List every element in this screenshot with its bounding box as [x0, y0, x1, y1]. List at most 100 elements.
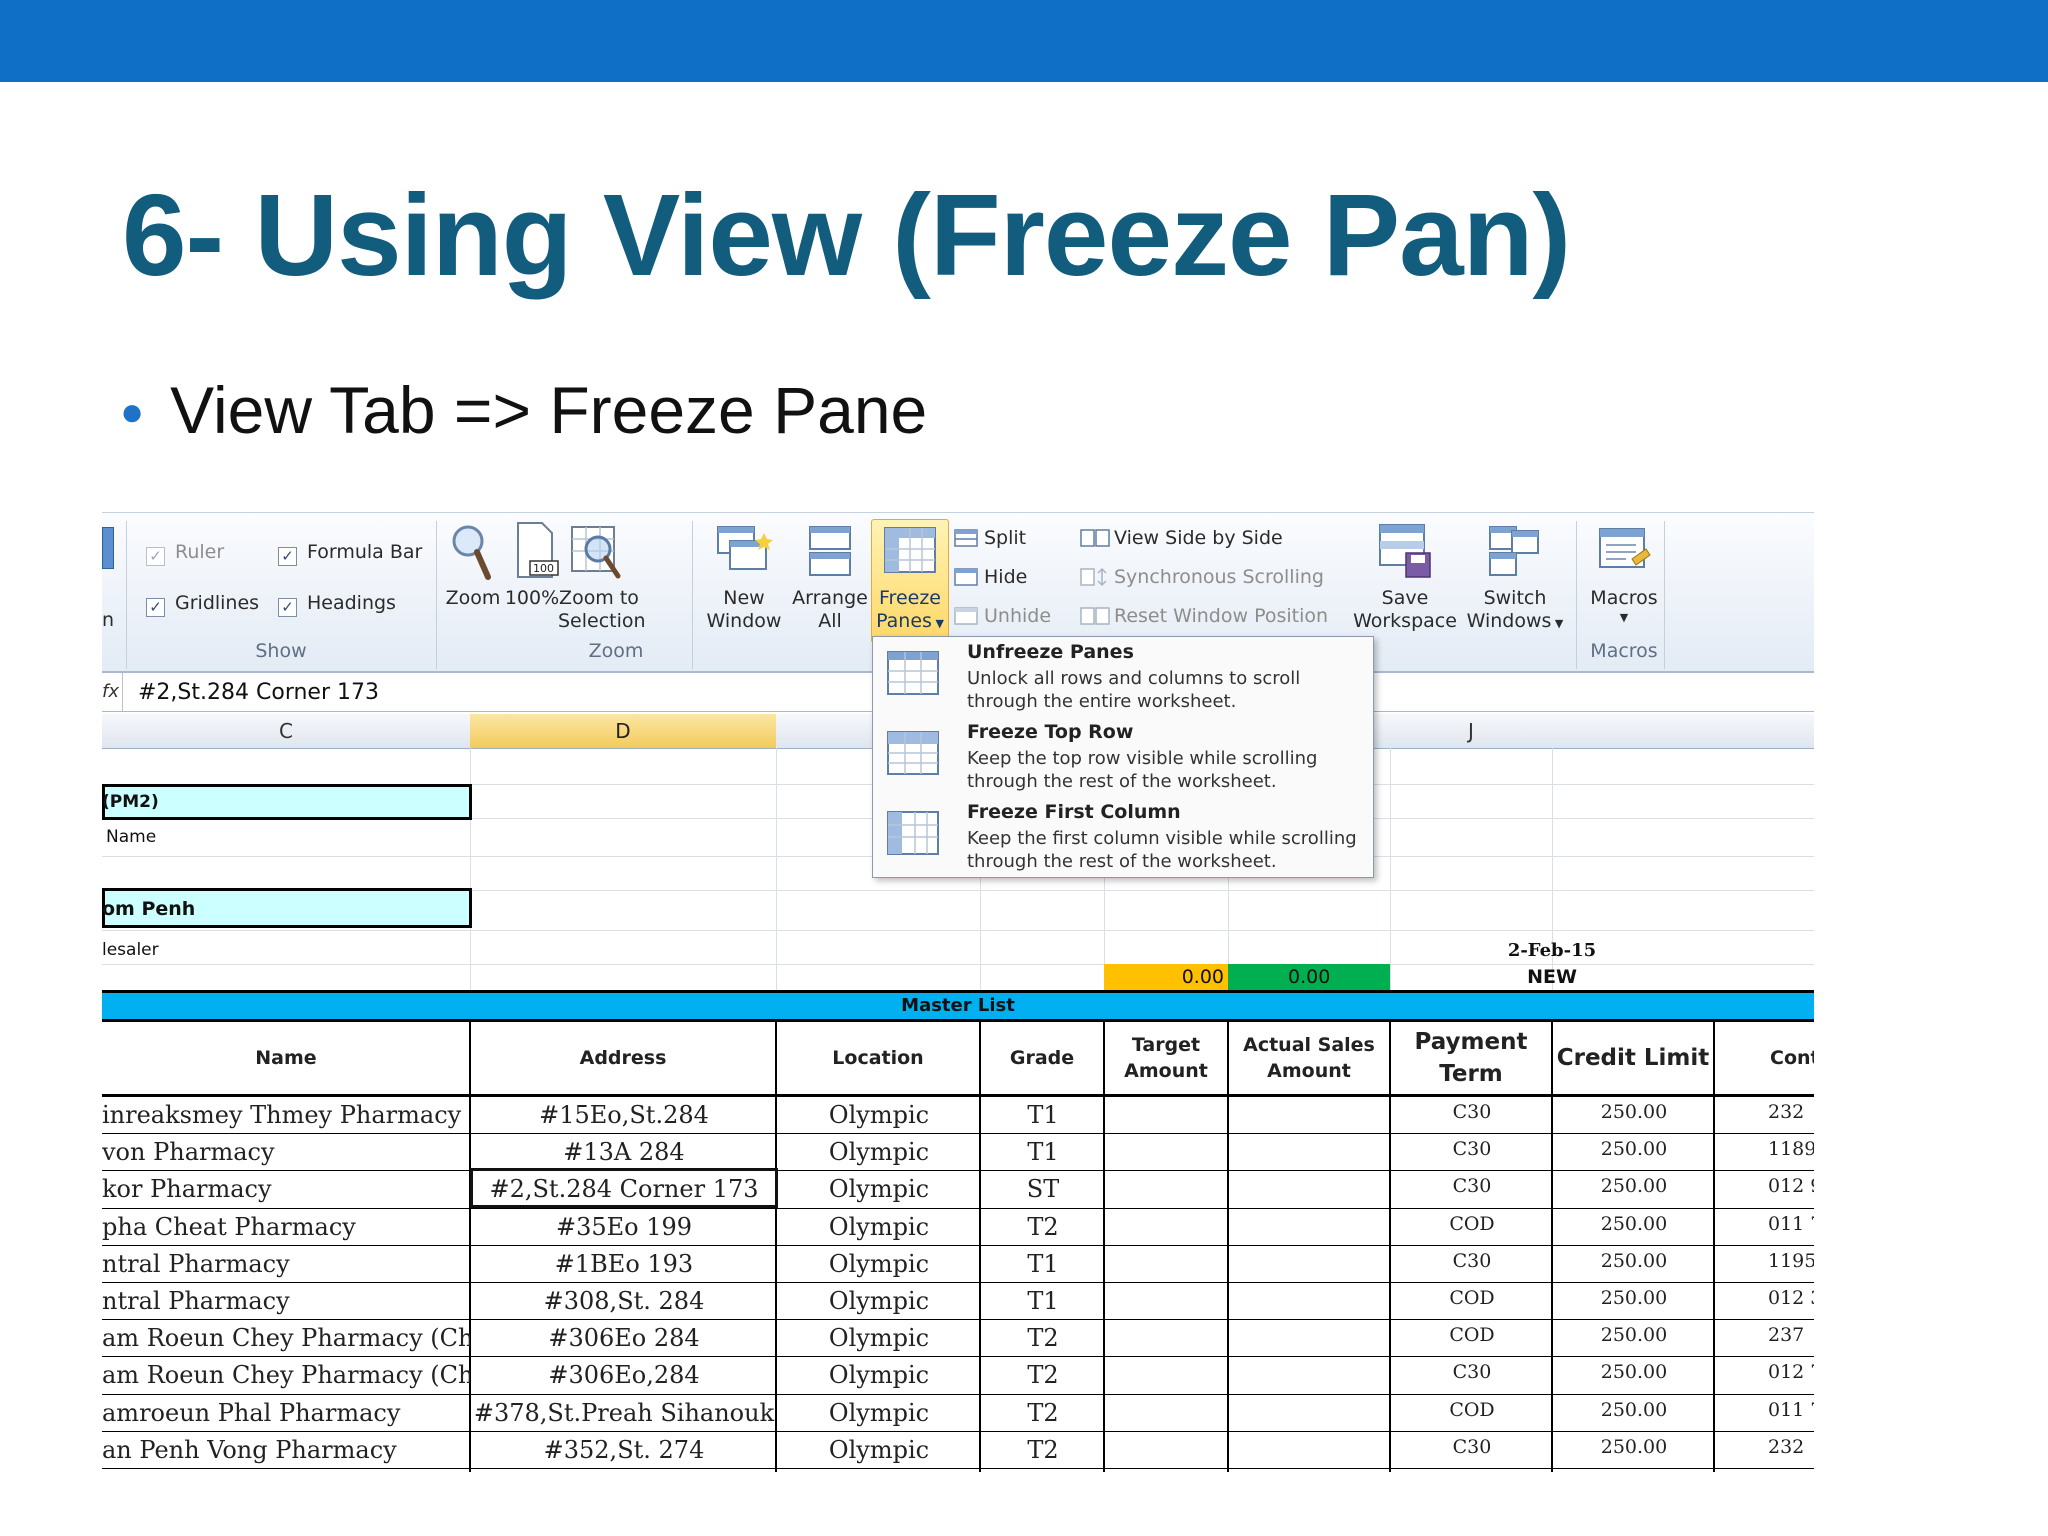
cell-location[interactable]: Olympic — [778, 1138, 980, 1166]
new-window-button[interactable]: New Window — [702, 587, 786, 633]
cell-address[interactable]: #306Eo 284 — [472, 1324, 776, 1352]
cell-location[interactable]: Olympic — [778, 1175, 980, 1203]
cell-name[interactable]: kor Pharmacy — [102, 1175, 470, 1203]
cell-location[interactable]: Olympic — [778, 1324, 980, 1352]
cell-address[interactable]: #352,St. 274 — [472, 1436, 776, 1464]
cell-name[interactable]: an Penh Vong Pharmacy — [102, 1436, 470, 1464]
cell-grade[interactable]: T2 — [982, 1324, 1104, 1352]
cell-location[interactable]: Olympic — [778, 1361, 980, 1389]
cell-payment[interactable]: C30 — [1392, 1250, 1552, 1272]
cell-location[interactable]: Olympic — [778, 1213, 980, 1241]
split-button[interactable]: Split — [984, 527, 1026, 549]
cell-credit[interactable]: 250.00 — [1554, 1436, 1714, 1458]
cell-grade[interactable]: T2 — [982, 1213, 1104, 1241]
zoom-to-selection-icon[interactable] — [568, 521, 626, 583]
cell-payment[interactable]: C30 — [1392, 1436, 1552, 1458]
menu-item-freeze-first-column[interactable]: Freeze First Column Keep the first colum… — [873, 797, 1373, 877]
cell-name[interactable]: am Roeun Chey Pharmacy (Che En — [102, 1324, 470, 1352]
cell-grade[interactable]: T1 — [982, 1138, 1104, 1166]
partial-view-icon[interactable] — [102, 527, 114, 569]
cell-location[interactable]: Olympic — [778, 1399, 980, 1427]
cell-contact[interactable]: 1189 — [1716, 1138, 1814, 1160]
cell-grade[interactable]: T2 — [982, 1399, 1104, 1427]
arrange-all-icon[interactable] — [806, 523, 854, 581]
cell-actual-total[interactable]: 0.00 — [1228, 964, 1390, 990]
cell-grade[interactable]: ST — [982, 1175, 1104, 1203]
zoom-100-button[interactable]: 100% — [504, 587, 560, 609]
cell-name[interactable]: von Pharmacy — [102, 1138, 470, 1166]
cell-contact[interactable]: 232 — [1716, 1436, 1814, 1458]
cell-contact[interactable]: 1195 — [1716, 1250, 1814, 1272]
cell-payment[interactable]: COD — [1392, 1399, 1552, 1421]
cell-location[interactable]: Olympic — [778, 1436, 980, 1464]
cell-credit[interactable]: 250.00 — [1554, 1213, 1714, 1235]
selected-cell[interactable] — [470, 1168, 778, 1208]
cell-grade[interactable]: T1 — [982, 1101, 1104, 1129]
cell-grade[interactable]: T2 — [982, 1361, 1104, 1389]
cell-credit[interactable]: 250.00 — [1554, 1287, 1714, 1309]
cell-grade[interactable]: T2 — [982, 1436, 1104, 1464]
cell-contact[interactable]: 011 7 — [1716, 1213, 1814, 1235]
cell-name[interactable]: ntral Pharmacy — [102, 1287, 470, 1315]
cell-credit[interactable]: 250.00 — [1554, 1101, 1714, 1123]
magnifier-icon[interactable] — [450, 521, 494, 583]
synchronous-scrolling-button[interactable]: Synchronous Scrolling — [1114, 566, 1324, 588]
cell-contact[interactable]: 232 — [1716, 1101, 1814, 1123]
cell-payment[interactable]: COD — [1392, 1287, 1552, 1309]
cell-target-total[interactable]: 0.00 — [1104, 964, 1228, 990]
cell-credit[interactable]: 250.00 — [1554, 1361, 1714, 1383]
unhide-button[interactable]: Unhide — [984, 605, 1051, 627]
macros-dropdown-arrow-icon[interactable]: ▼ — [1582, 611, 1666, 624]
cell-payment[interactable]: COD — [1392, 1324, 1552, 1346]
arrange-all-button[interactable]: Arrange All — [790, 587, 870, 633]
cell-location[interactable]: Olympic — [778, 1250, 980, 1278]
cell-address[interactable]: #308,St. 284 — [472, 1287, 776, 1315]
cell-address[interactable]: #13A 284 — [472, 1138, 776, 1166]
view-side-by-side-button[interactable]: View Side by Side — [1114, 527, 1283, 549]
column-header-d[interactable]: D — [470, 714, 777, 749]
switch-windows-button[interactable]: Switch Windows ▼ — [1462, 587, 1568, 635]
cell-payment[interactable]: COD — [1392, 1213, 1552, 1235]
macros-icon[interactable] — [1596, 525, 1652, 577]
column-header-j[interactable]: J — [1390, 714, 1553, 749]
menu-item-unfreeze-panes[interactable]: Unfreeze Panes Unlock all rows and colum… — [873, 637, 1373, 717]
cell-payment[interactable]: C30 — [1392, 1175, 1552, 1197]
cell-contact[interactable]: 012 9 — [1716, 1175, 1814, 1197]
cell-address[interactable]: #378,St.Preah Sihanouk — [472, 1399, 776, 1427]
zoom-to-selection-button[interactable]: Zoom to Selection — [558, 587, 646, 633]
cell-credit[interactable]: 250.00 — [1554, 1250, 1714, 1272]
cell-payment[interactable]: C30 — [1392, 1361, 1552, 1383]
cell-contact[interactable]: 012 3 — [1716, 1287, 1814, 1309]
cell-name[interactable]: ntral Pharmacy — [102, 1250, 470, 1278]
macros-button[interactable]: Macros — [1582, 587, 1666, 609]
cell-location[interactable]: Olympic — [778, 1287, 980, 1315]
save-workspace-icon[interactable] — [1376, 521, 1434, 581]
headings-checkbox[interactable]: ✓ Headings — [278, 592, 396, 617]
cell-address[interactable]: #15Eo,St.284 — [472, 1101, 776, 1129]
cell-contact[interactable]: 237 — [1716, 1324, 1814, 1346]
switch-windows-icon[interactable] — [1486, 523, 1542, 579]
cell-location[interactable]: Olympic — [778, 1101, 980, 1129]
menu-item-freeze-top-row[interactable]: Freeze Top Row Keep the top row visible … — [873, 717, 1373, 797]
cell-contact[interactable]: 011 7 — [1716, 1399, 1814, 1421]
page-100-icon[interactable]: 100 — [512, 521, 560, 583]
column-header-c[interactable]: C — [102, 714, 471, 749]
cell-credit[interactable]: 250.00 — [1554, 1138, 1714, 1160]
cell-contact[interactable]: 012 7 — [1716, 1361, 1814, 1383]
cell-name[interactable]: am Roeun Chey Pharmacy (Che Pic — [102, 1361, 470, 1389]
column-header-k[interactable] — [1552, 714, 1814, 749]
fx-icon[interactable]: fx — [102, 673, 123, 711]
zoom-button[interactable]: Zoom — [442, 587, 504, 609]
new-window-icon[interactable] — [714, 523, 774, 581]
cell-name[interactable]: pha Cheat Pharmacy — [102, 1213, 470, 1241]
cell-payment[interactable]: C30 — [1392, 1101, 1552, 1123]
cell-name[interactable]: amroeun Phal Pharmacy — [102, 1399, 470, 1427]
cell-address[interactable]: #35Eo 199 — [472, 1213, 776, 1241]
cell-grade[interactable]: T1 — [982, 1287, 1104, 1315]
cell-credit[interactable]: 250.00 — [1554, 1175, 1714, 1197]
reset-window-position-button[interactable]: Reset Window Position — [1114, 605, 1328, 627]
save-workspace-button[interactable]: Save Workspace — [1352, 587, 1458, 633]
cell-address[interactable]: #306Eo,284 — [472, 1361, 776, 1389]
cell-payment[interactable]: C30 — [1392, 1138, 1552, 1160]
cell-name[interactable]: inreaksmey Thmey Pharmacy — [102, 1101, 470, 1129]
